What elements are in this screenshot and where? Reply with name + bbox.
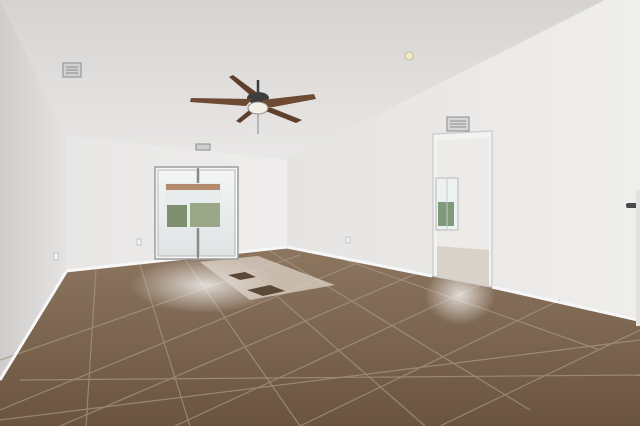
living-room-photo [0,0,640,426]
electrical-outlet-icon [345,236,351,244]
window-icon [435,177,459,231]
air-vent-icon [446,116,470,132]
sliding-glass-door-icon [154,166,239,260]
electrical-outlet-icon [53,252,59,261]
air-vent-icon [195,143,211,151]
air-vent-icon [62,62,82,78]
room-illustration [0,0,640,426]
smoke-detector-icon [404,51,414,61]
doorway-icon [432,130,493,288]
electrical-outlet-icon [136,238,142,246]
door-edge [636,190,640,326]
